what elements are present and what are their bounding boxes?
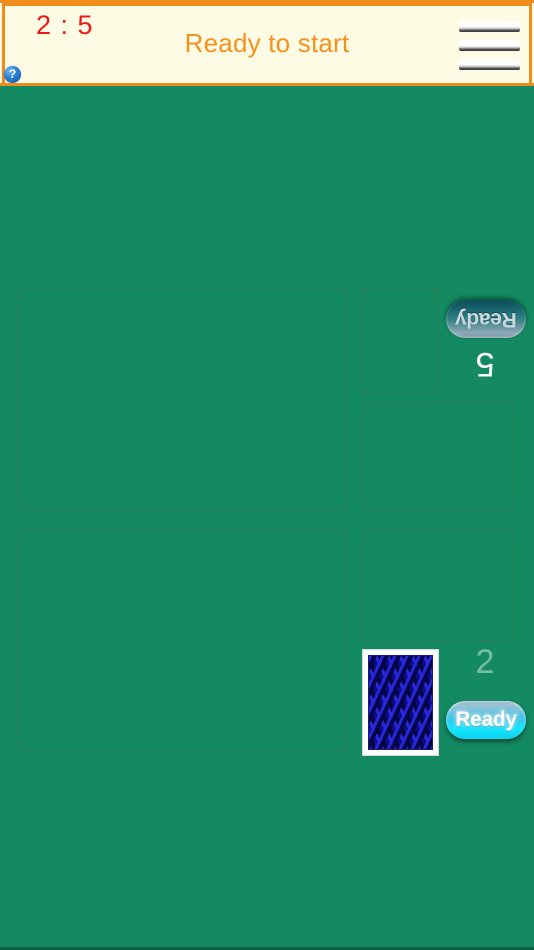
slot-opponent-card[interactable] xyxy=(362,288,438,393)
status-title: Ready to start xyxy=(184,28,350,58)
player-ready-button[interactable]: Ready xyxy=(446,701,526,739)
opponent-card-count: 5 xyxy=(475,345,495,383)
menu-bar-2 xyxy=(459,40,520,51)
game-screen: 2 : 5 Ready to start ? 5 Ready 2 Ready xyxy=(0,0,534,950)
card-back-pattern xyxy=(368,655,433,750)
help-icon[interactable]: ? xyxy=(4,66,21,83)
game-board: 5 Ready 2 Ready xyxy=(0,86,534,947)
player-card-count: 2 xyxy=(475,643,495,681)
player-face-down-card[interactable] xyxy=(362,649,439,756)
menu-bar-1 xyxy=(459,21,520,32)
header-bar: 2 : 5 Ready to start ? xyxy=(0,0,534,86)
hamburger-menu-icon[interactable] xyxy=(459,21,520,70)
opponent-ready-button: Ready xyxy=(446,300,526,338)
menu-bar-3 xyxy=(459,59,520,70)
slot-player-hand[interactable] xyxy=(19,531,347,751)
slot-player-trick[interactable] xyxy=(362,531,514,641)
slot-opponent-trick[interactable] xyxy=(362,403,514,510)
slot-opponent-hand[interactable] xyxy=(19,288,347,510)
